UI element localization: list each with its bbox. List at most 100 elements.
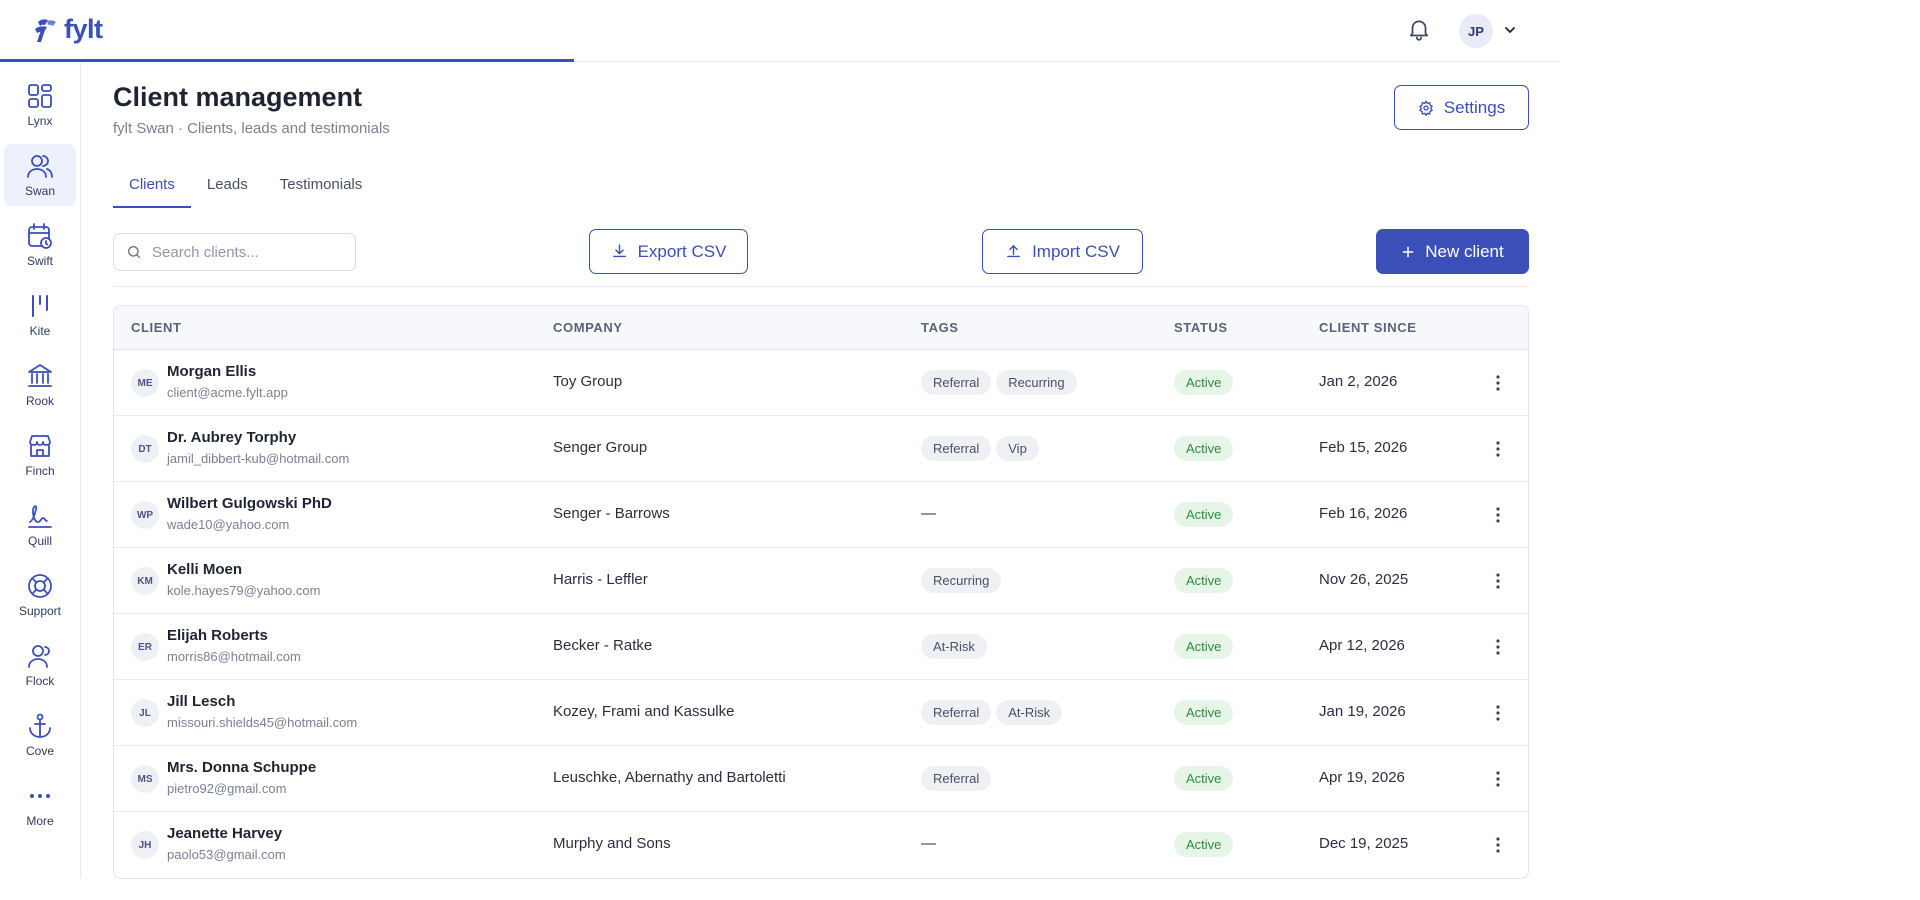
client-tags: Recurring	[921, 568, 1002, 593]
user-avatar[interactable]: JP	[1459, 14, 1493, 48]
sidebar-item-rook[interactable]: Rook	[4, 354, 76, 416]
sidebar-item-finch[interactable]: Finch	[4, 424, 76, 486]
row-menu-icon[interactable]	[1486, 833, 1510, 857]
tag-badge: At-Risk	[921, 634, 987, 659]
table-row[interactable]: ER Elijah Roberts morris86@hotmail.com B…	[114, 614, 1528, 680]
sidebar-item-label: Finch	[25, 464, 55, 478]
sidebar-item-quill[interactable]: Quill	[4, 494, 76, 556]
client-since: Apr 12, 2026	[1319, 637, 1405, 654]
sidebar-item-kite[interactable]: Kite	[4, 284, 76, 346]
signature-icon	[28, 505, 52, 528]
sidebar-item-swan[interactable]: Swan	[4, 144, 76, 206]
settings-button-label: Settings	[1443, 97, 1506, 117]
client-since: Feb 16, 2026	[1319, 505, 1408, 522]
sidebar-item-label: Kite	[29, 324, 51, 338]
search-icon	[128, 246, 140, 258]
sidebar-item-label: Support	[18, 604, 62, 618]
settings-button[interactable]: Settings	[1394, 85, 1529, 130]
row-menu-icon[interactable]	[1486, 503, 1510, 527]
column-header-status: STATUS	[1174, 320, 1228, 335]
status-badge: Active	[1174, 568, 1234, 593]
client-email: pietro92@gmail.com	[167, 781, 287, 796]
client-avatar: MS	[131, 765, 159, 793]
row-menu-icon[interactable]	[1486, 767, 1510, 791]
top-bar: fylt JP	[0, 0, 1560, 62]
users-icon	[27, 155, 53, 178]
row-menu-icon[interactable]	[1486, 635, 1510, 659]
row-menu-icon[interactable]	[1486, 437, 1510, 461]
no-tags-dash: —	[921, 835, 936, 852]
fylt-logo-icon	[35, 18, 56, 42]
import-csv-button[interactable]: Import CSV	[982, 229, 1143, 274]
search-input[interactable]	[152, 243, 342, 261]
sidebar-item-cove[interactable]: Cove	[4, 704, 76, 766]
client-avatar: DT	[131, 435, 159, 463]
client-company: Murphy and Sons	[553, 835, 671, 852]
bars-icon	[32, 295, 48, 317]
logo[interactable]: fylt	[32, 14, 103, 45]
client-avatar: JL	[131, 699, 159, 727]
sidebar-item-swift[interactable]: Swift	[4, 214, 76, 276]
row-menu-icon[interactable]	[1486, 371, 1510, 395]
sidebar-item-label: Cove	[25, 744, 54, 758]
client-company: Kozey, Frami and Kassulke	[553, 703, 735, 720]
search-box	[113, 233, 356, 271]
sidebar-item-support[interactable]: Support	[4, 564, 76, 626]
client-since: Apr 19, 2026	[1319, 769, 1405, 786]
sidebar-item-more[interactable]: More	[4, 774, 76, 836]
table-header: CLIENT COMPANY TAGS STATUS CLIENT SINCE	[114, 306, 1528, 350]
clients-table: CLIENT COMPANY TAGS STATUS CLIENT SINCE …	[113, 305, 1529, 879]
client-email: client@acme.fylt.app	[167, 385, 288, 400]
table-row[interactable]: WP Wilbert Gulgowski PhD wade10@yahoo.co…	[114, 482, 1528, 548]
client-name: Wilbert Gulgowski PhD	[167, 495, 332, 512]
table-row[interactable]: KM Kelli Moen kole.hayes79@yahoo.com Har…	[114, 548, 1528, 614]
client-name: Jeanette Harvey	[167, 825, 283, 842]
client-avatar: WP	[131, 501, 159, 529]
client-avatar: ER	[131, 633, 159, 661]
client-name: Mrs. Donna Schuppe	[167, 759, 317, 776]
client-email: jamil_dibbert-kub@hotmail.com	[167, 451, 350, 466]
client-since: Jan 2, 2026	[1319, 373, 1398, 390]
tag-badge: Recurring	[996, 370, 1077, 395]
status-badge: Active	[1174, 832, 1234, 857]
client-company: Becker - Ratke	[553, 637, 653, 654]
export-csv-button[interactable]: Export CSV	[589, 229, 748, 274]
sidebar-item-label: Swift	[26, 254, 53, 268]
tab-testimonials[interactable]: Testimonials	[264, 168, 379, 208]
group-icon	[28, 645, 50, 668]
status-badge: Active	[1174, 700, 1234, 725]
client-company: Toy Group	[553, 373, 623, 390]
tab-leads[interactable]: Leads	[191, 168, 264, 208]
status-badge: Active	[1174, 502, 1234, 527]
table-row[interactable]: DT Dr. Aubrey Torphy jamil_dibbert-kub@h…	[114, 416, 1528, 482]
tag-badge: Vip	[996, 436, 1039, 461]
tag-badge: Referral	[921, 436, 992, 461]
new-client-button[interactable]: New client	[1376, 229, 1529, 274]
no-tags-dash: —	[921, 505, 936, 522]
column-header-tags: TAGS	[921, 320, 959, 335]
notifications-bell-icon[interactable]	[1406, 16, 1432, 42]
row-menu-icon[interactable]	[1486, 701, 1510, 725]
table-row[interactable]: ME Morgan Ellis client@acme.fylt.app Toy…	[114, 350, 1528, 416]
sidebar-item-label: More	[26, 814, 54, 828]
row-menu-icon[interactable]	[1486, 569, 1510, 593]
download-icon	[612, 244, 626, 258]
client-email: paolo53@gmail.com	[167, 847, 286, 862]
plus-icon	[1402, 246, 1414, 257]
tab-bar: Clients Leads Testimonials	[113, 168, 378, 208]
upload-icon	[1007, 245, 1020, 258]
table-row[interactable]: JL Jill Lesch missouri.shields45@hotmail…	[114, 680, 1528, 746]
chevron-down-icon[interactable]	[1502, 22, 1518, 38]
sidebar-item-lynx[interactable]: Lynx	[4, 74, 76, 136]
page-progress-bar	[0, 59, 574, 62]
column-header-company: COMPANY	[553, 320, 623, 335]
sidebar-item-label: Swan	[24, 184, 56, 198]
client-email: morris86@hotmail.com	[167, 649, 301, 664]
sidebar-item-label: Rook	[25, 394, 54, 408]
sidebar-item-flock[interactable]: Flock	[4, 634, 76, 696]
tab-clients[interactable]: Clients	[113, 168, 191, 208]
table-row[interactable]: JH Jeanette Harvey paolo53@gmail.com Mur…	[114, 812, 1528, 878]
tag-badge: Referral	[921, 766, 992, 791]
client-tags: Referral	[921, 766, 992, 791]
table-row[interactable]: MS Mrs. Donna Schuppe pietro92@gmail.com…	[114, 746, 1528, 812]
